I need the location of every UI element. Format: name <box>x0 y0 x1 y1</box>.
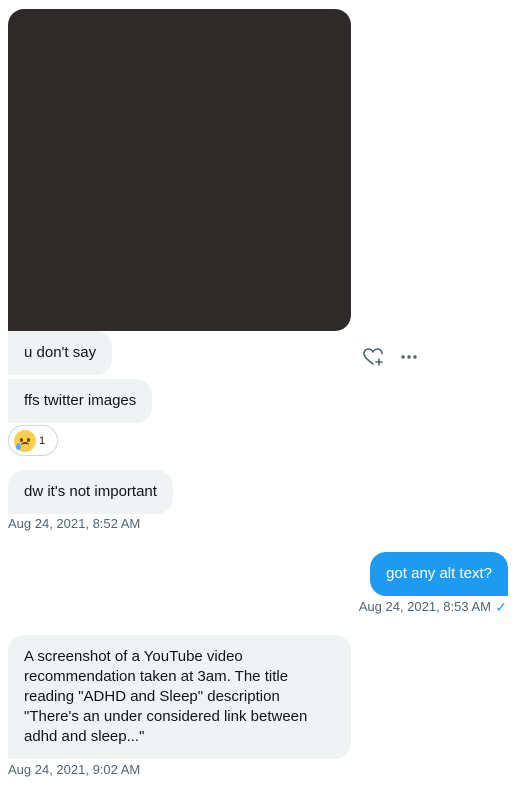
more-options-icon[interactable] <box>399 348 419 366</box>
message-bubble-sent[interactable]: got any alt text? <box>370 552 508 596</box>
crying-face-icon <box>14 429 36 452</box>
shared-image[interactable] <box>8 9 351 331</box>
message-timestamp: Aug 24, 2021, 8:53 AM <box>358 599 491 614</box>
message-bubble-received[interactable]: ffs twitter images <box>8 379 153 423</box>
message-bubble-received[interactable]: u don't say <box>8 331 113 375</box>
add-reaction-icon[interactable] <box>362 347 384 367</box>
reaction-count: 1 <box>39 434 46 447</box>
message-bubble-received[interactable]: A screenshot of a YouTube video recommen… <box>8 635 351 759</box>
message-timestamp: Aug 24, 2021, 8:52 AM <box>8 516 141 531</box>
message-bubble-received[interactable]: dw it's not important <box>8 470 173 514</box>
reaction-pill[interactable]: 1 <box>8 425 58 456</box>
read-check-icon: ✓ <box>495 599 507 615</box>
message-timestamp: Aug 24, 2021, 9:02 AM <box>8 762 141 777</box>
